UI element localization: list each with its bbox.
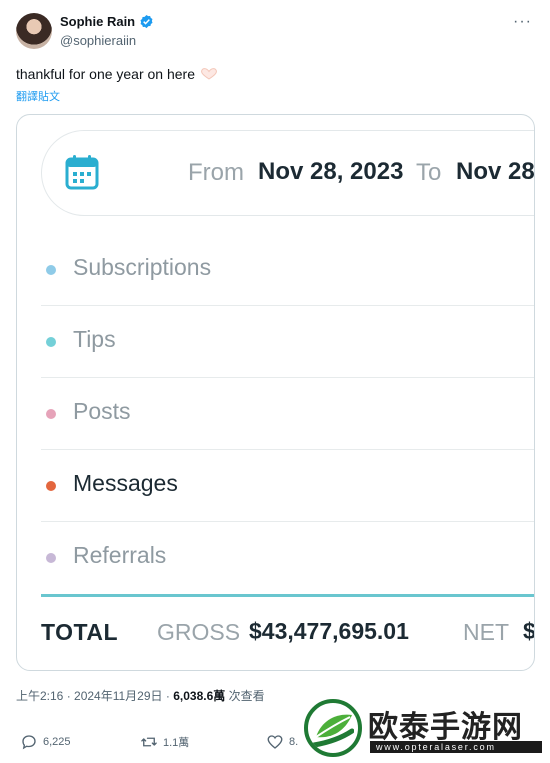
- author-name-row[interactable]: Sophie Rain: [60, 14, 154, 29]
- view-count: 6,038.6萬: [173, 689, 226, 703]
- net-label: NET: [463, 619, 509, 645]
- to-date: Nov 28,: [456, 158, 535, 185]
- category-dot: [46, 481, 56, 491]
- author-name[interactable]: Sophie Rain: [60, 14, 135, 29]
- reply-button[interactable]: 6,225: [20, 733, 71, 751]
- category-dot: [46, 265, 56, 275]
- heart-hands-icon: [201, 68, 217, 80]
- translate-post-link[interactable]: 翻譯貼文: [16, 88, 60, 104]
- reply-icon: [22, 735, 36, 750]
- category-row: Referrals: [41, 522, 534, 594]
- site-watermark: 欧泰手游网 www.opteralaser.com: [304, 698, 544, 760]
- like-button[interactable]: 8.: [266, 733, 298, 751]
- totals-row: TOTAL GROSS $43,477,695.01 NET $: [41, 594, 535, 670]
- from-date: Nov 28, 2023: [258, 158, 404, 185]
- category-label: Referrals: [73, 542, 167, 568]
- heart-icon: [267, 735, 283, 749]
- category-label: Subscriptions: [73, 254, 212, 280]
- category-label: Tips: [73, 326, 116, 352]
- avatar[interactable]: [16, 13, 52, 49]
- from-label: From: [188, 159, 244, 186]
- leaf-icon: [312, 714, 354, 748]
- views-label: 次查看: [228, 689, 265, 703]
- date-range-pill: From Nov 28, 2023 To Nov 28,: [41, 130, 535, 216]
- category-dot: [46, 553, 56, 563]
- verified-badge-icon: [140, 14, 153, 29]
- author-handle[interactable]: @sophieraiin: [60, 33, 136, 48]
- to-label: To: [416, 159, 442, 186]
- reply-count: 6,225: [43, 736, 71, 748]
- post-metadata: 上午2:16 · 2024年11月29日 · 6,038.6萬 次查看: [16, 689, 265, 703]
- repost-button[interactable]: 1.1萬: [140, 733, 189, 751]
- category-row: Posts: [41, 378, 534, 450]
- like-count: 8.: [289, 736, 299, 748]
- repost-icon: [141, 737, 157, 747]
- watermark-title: 欧泰手游网: [368, 711, 523, 744]
- watermark-url: www.opteralaser.com: [370, 741, 542, 753]
- watermark-logo: [304, 699, 362, 757]
- category-label: Posts: [73, 398, 131, 424]
- category-label: Messages: [73, 470, 178, 496]
- gross-label: GROSS: [157, 619, 241, 645]
- category-row: Tips: [41, 306, 534, 378]
- category-row: Subscriptions: [41, 234, 534, 306]
- category-dot: [46, 337, 56, 347]
- category-dot: [46, 409, 56, 419]
- total-label: TOTAL: [41, 619, 119, 645]
- post-text: thankful for one year on here: [16, 66, 196, 82]
- calendar-icon: [65, 155, 99, 190]
- more-options-icon[interactable]: ···: [513, 13, 532, 31]
- post-date[interactable]: 2024年11月29日: [74, 689, 163, 703]
- repost-count: 1.1萬: [163, 737, 190, 749]
- post-time[interactable]: 上午2:16: [16, 689, 63, 703]
- category-row: Messages: [41, 450, 534, 522]
- earnings-screenshot[interactable]: From Nov 28, 2023 To Nov 28, Subscriptio…: [16, 114, 535, 671]
- post-text-row: thankful for one year on here: [16, 66, 219, 82]
- gross-value: $43,477,695.01: [249, 618, 409, 644]
- net-value: $: [523, 618, 535, 644]
